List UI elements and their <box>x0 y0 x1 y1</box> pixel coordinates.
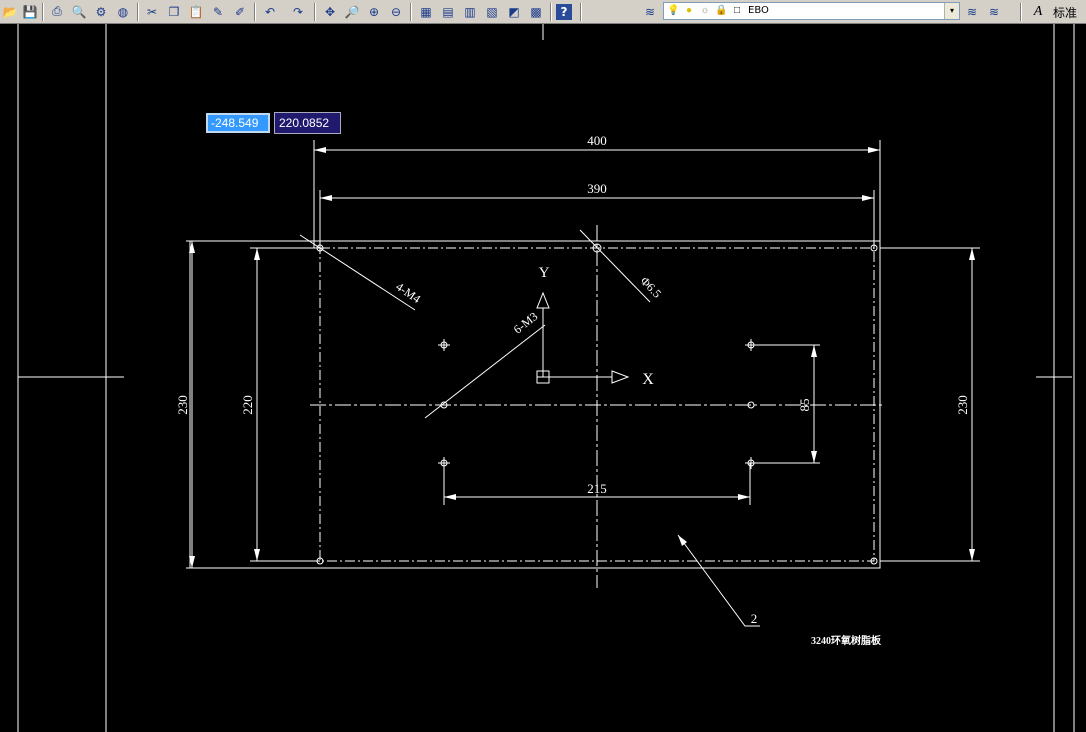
help-icon[interactable]: ? <box>556 4 572 20</box>
publish-icon[interactable]: ⚙ <box>91 2 111 21</box>
layer-name: EBO <box>748 5 769 16</box>
tool-palettes-icon[interactable]: ▥ <box>460 2 480 21</box>
toolbar-separator <box>42 3 44 21</box>
sheet-set-icon[interactable]: ▧ <box>482 2 502 21</box>
layer-state-icon[interactable]: ≋ <box>984 2 1004 21</box>
dim-text-215: 215 <box>587 481 607 496</box>
leader-6-m3 <box>424 324 546 419</box>
design-center-icon[interactable]: ▤ <box>438 2 458 21</box>
print-preview-icon[interactable]: 🔍 <box>69 2 89 21</box>
markup-icon[interactable]: ◩ <box>504 2 524 21</box>
ucs-y-arrow-icon <box>536 291 550 309</box>
cad-drawing: 400 390 215 230 220 230 85 4-M4 6-M3 Φ6.… <box>17 24 1075 732</box>
layer-lock-icon[interactable]: 🔒 <box>715 5 727 17</box>
drawing-canvas[interactable]: 400 390 215 230 220 230 85 4-M4 6-M3 Φ6.… <box>0 24 1086 732</box>
globe-icon[interactable]: ◍ <box>113 2 133 21</box>
layer-dropdown[interactable]: 💡 ● ☼ 🔒 □ EBO ▾ <box>663 2 960 20</box>
toolbar-separator <box>580 3 582 21</box>
zoom-window-icon[interactable]: ⊕ <box>364 2 384 21</box>
copy-icon[interactable]: ❐ <box>164 2 184 21</box>
part-caption: 3240环氧树脂板 <box>811 634 882 647</box>
chevron-down-icon[interactable]: ▾ <box>944 3 959 19</box>
layer-freeze-icon[interactable]: ● <box>683 5 695 17</box>
dim-text-230-right: 230 <box>955 395 970 415</box>
text-style-dropdown[interactable]: 标准 <box>1053 4 1077 21</box>
zoom-realtime-icon[interactable]: 🔎 <box>342 2 362 21</box>
match-properties-icon[interactable]: ✎ <box>208 2 228 21</box>
leader-balloon <box>677 534 760 627</box>
toolbar-separator <box>550 3 552 21</box>
layer-color-icon[interactable]: □ <box>731 5 743 17</box>
zoom-previous-icon[interactable]: ⊖ <box>386 2 406 21</box>
block-editor-icon[interactable]: ✐ <box>230 2 250 21</box>
calculator-icon[interactable]: ▩ <box>526 2 546 21</box>
layer-viewport-freeze-icon[interactable]: ☼ <box>699 5 711 17</box>
dim-text-220-left: 220 <box>240 395 255 415</box>
ucs-y-label: Y <box>539 265 550 281</box>
layer-manager-icon[interactable]: ≋ <box>640 2 660 21</box>
text-style-icon[interactable]: A <box>1028 2 1048 21</box>
balloon-label: 2 <box>751 611 758 626</box>
toolbar-separator <box>410 3 412 21</box>
paste-icon[interactable]: 📋 <box>186 2 206 21</box>
toolbar-separator <box>1020 3 1022 21</box>
dim-text-390: 390 <box>587 181 607 196</box>
layer-previous-icon[interactable]: ≋ <box>962 2 982 21</box>
dim-text-230-left: 230 <box>175 395 190 415</box>
dim-text-diameter: Φ6.5 <box>638 274 665 301</box>
redo-icon[interactable]: ↷ <box>288 2 308 21</box>
undo-icon[interactable]: ↶ <box>260 2 280 21</box>
dim-text-85: 85 <box>797 399 812 412</box>
ucs-x-label: X <box>642 371 654 388</box>
dim-text-400: 400 <box>587 133 607 148</box>
layer-on-icon[interactable]: 💡 <box>667 5 679 17</box>
pan-icon[interactable]: ✥ <box>320 2 340 21</box>
save-icon[interactable]: 💾 <box>20 2 40 21</box>
print-icon[interactable]: ⎙ <box>47 2 67 21</box>
cut-icon[interactable]: ✂ <box>142 2 162 21</box>
coordinate-x-input[interactable]: -248.549 <box>206 113 270 133</box>
dim-text-4-m4: 4-M4 <box>393 279 423 306</box>
arrowheads <box>189 147 975 568</box>
toolbar-separator <box>137 3 139 21</box>
ucs-x-arrow-icon <box>611 370 630 384</box>
coordinate-y-input[interactable]: 220.0852 <box>274 112 341 134</box>
open-icon[interactable]: 📂 <box>0 2 20 21</box>
toolbar-separator <box>254 3 256 21</box>
properties-icon[interactable]: ▦ <box>416 2 436 21</box>
standard-toolbar: 📂 💾 ⎙ 🔍 ⚙ ◍ ✂ ❐ 📋 ✎ ✐ ↶ ↷ ✥ 🔎 ⊕ ⊖ ▦ ▤ ▥ … <box>0 0 1086 24</box>
toolbar-separator <box>314 3 316 21</box>
